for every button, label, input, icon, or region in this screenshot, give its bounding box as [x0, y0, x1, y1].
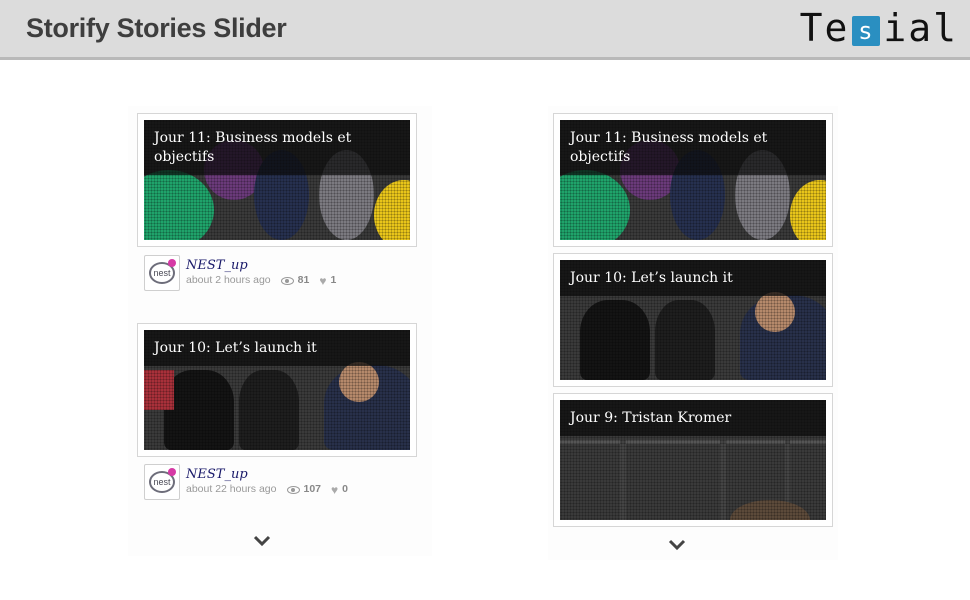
like-count: 1 — [330, 274, 337, 286]
story-image: Jour 10: Let’s launch it — [560, 260, 826, 380]
story-slider-right: Jour 11: Business models et objectifs Jo… — [548, 106, 838, 560]
heart-icon[interactable]: ♥ — [331, 484, 338, 496]
story-image: Jour 10: Let’s launch it — [144, 330, 410, 450]
username-link[interactable]: NEST_up — [186, 258, 336, 273]
view-count: 81 — [297, 274, 310, 286]
view-count: 107 — [303, 483, 322, 495]
story-card[interactable]: Jour 11: Business models et objectifs — [137, 113, 417, 247]
chevron-down-icon[interactable] — [252, 534, 272, 548]
story-meta: nest NEST_up about 22 hours ago 107 ♥ 0 — [144, 463, 348, 501]
username-link[interactable]: NEST_up — [186, 467, 348, 482]
eye-icon — [286, 485, 300, 494]
story-card[interactable]: Jour 9: Tristan Kromer — [553, 393, 833, 527]
brand-logo[interactable]: Te s ial — [800, 6, 958, 50]
story-title: Jour 11: Business models et objectifs — [560, 120, 826, 175]
story-image: Jour 11: Business models et objectifs — [144, 120, 410, 240]
avatar[interactable]: nest — [144, 464, 180, 500]
story-card[interactable]: Jour 10: Let’s launch it — [553, 253, 833, 387]
story-title: Jour 10: Let’s launch it — [560, 260, 826, 296]
story-title: Jour 11: Business models et objectifs — [144, 120, 410, 175]
timestamp: about 2 hours ago — [186, 274, 271, 286]
avatar[interactable]: nest — [144, 255, 180, 291]
story-card[interactable]: Jour 10: Let’s launch it — [137, 323, 417, 457]
header-bar: Storify Stories Slider Te s ial — [0, 0, 970, 60]
story-slider-left: Jour 11: Business models et objectifs ne… — [128, 106, 432, 556]
heart-icon[interactable]: ♥ — [319, 275, 326, 287]
chevron-down-icon[interactable] — [667, 538, 687, 552]
story-title: Jour 10: Let’s launch it — [144, 330, 410, 366]
story-card[interactable]: Jour 11: Business models et objectifs — [553, 113, 833, 247]
eye-icon — [280, 276, 294, 285]
story-meta: nest NEST_up about 2 hours ago 81 ♥ 1 — [144, 254, 336, 292]
story-title: Jour 9: Tristan Kromer — [560, 400, 826, 436]
story-image: Jour 9: Tristan Kromer — [560, 400, 826, 520]
page-title: Storify Stories Slider — [26, 13, 287, 43]
like-count: 0 — [342, 483, 348, 495]
story-image: Jour 11: Business models et objectifs — [560, 120, 826, 240]
timestamp: about 22 hours ago — [186, 483, 277, 495]
